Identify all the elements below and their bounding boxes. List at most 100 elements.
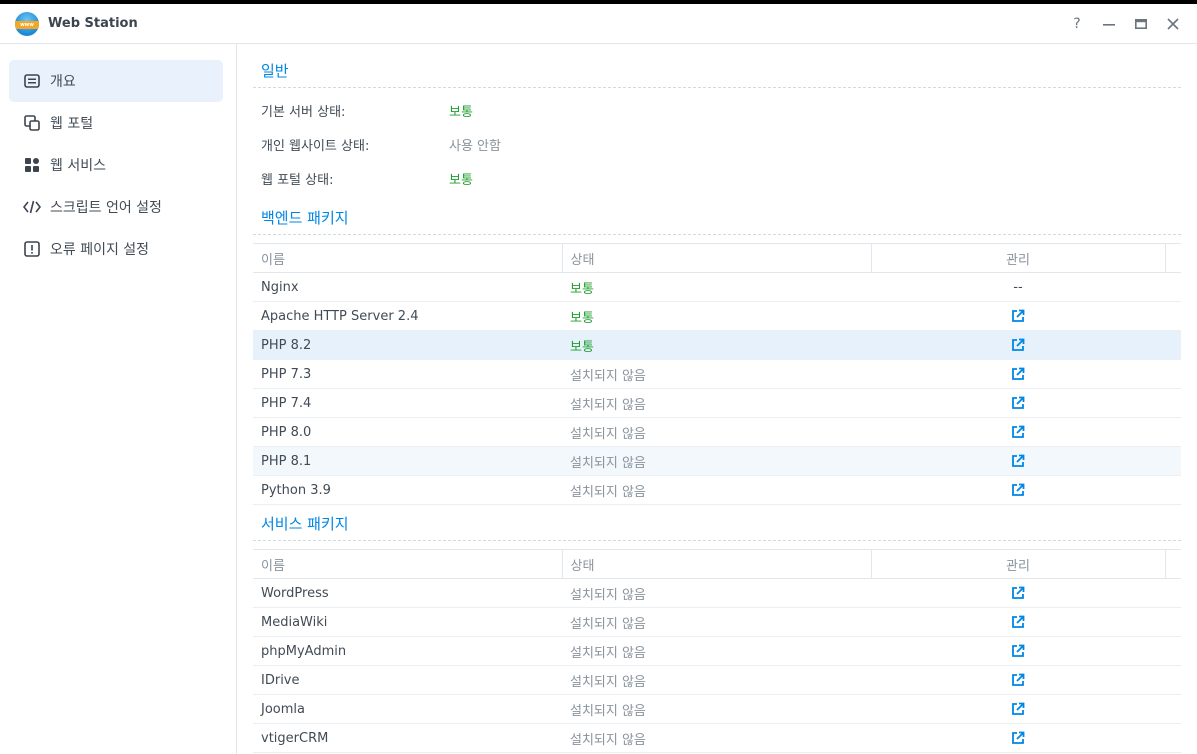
manage-placeholder: --	[1013, 279, 1023, 295]
package-name: PHP 8.0	[253, 417, 562, 447]
external-link-icon[interactable]	[1011, 673, 1025, 687]
external-link-icon[interactable]	[1011, 309, 1025, 323]
services-table-body: WordPress 설치되지 않음 MediaWiki 설치되지 않음 phpMyAdm…	[253, 578, 1181, 753]
backend-packages-table: 이름 상태 관리 Nginx 보통 -- Apache HTTP Server 2.4…	[253, 243, 1181, 505]
row-spacer	[1165, 665, 1181, 695]
package-status: 설치되지 않음	[562, 723, 871, 753]
table-row[interactable]: Apache HTTP Server 2.4 보통	[253, 301, 1181, 331]
sidebar-item-web-service[interactable]: 웹 서비스	[9, 144, 223, 186]
row-spacer	[1165, 475, 1181, 505]
column-header-status[interactable]: 상태	[561, 243, 871, 273]
column-header-status[interactable]: 상태	[561, 549, 871, 579]
external-link-icon[interactable]	[1011, 586, 1025, 600]
package-name: PHP 7.4	[253, 388, 562, 418]
external-link-icon[interactable]	[1011, 483, 1025, 497]
external-link-icon[interactable]	[1011, 454, 1025, 468]
external-link-icon[interactable]	[1011, 644, 1025, 658]
row-spacer	[1165, 417, 1181, 447]
package-status: 설치되지 않음	[562, 578, 871, 608]
minimize-button[interactable]	[1093, 8, 1125, 40]
table-row[interactable]: PHP 8.2 보통	[253, 330, 1181, 360]
package-name: WordPress	[253, 578, 562, 608]
row-spacer	[1165, 723, 1181, 753]
sidebar-item-error-page[interactable]: 오류 페이지 설정	[9, 228, 223, 270]
package-manage[interactable]	[871, 301, 1165, 331]
package-status: 설치되지 않음	[562, 359, 871, 389]
package-name: PHP 8.1	[253, 446, 562, 476]
table-row[interactable]: WordPress 설치되지 않음	[253, 578, 1181, 608]
package-name: vtigerCRM	[253, 723, 562, 753]
web-station-app-icon: www	[15, 11, 39, 36]
backend-table-body: Nginx 보통 -- Apache HTTP Server 2.4 보통 PHP 8.2…	[253, 272, 1181, 505]
sidebar-item-web-portal[interactable]: 웹 포털	[9, 102, 223, 144]
info-label: 개인 웹사이트 상태:	[261, 138, 370, 154]
title-bar: www Web Station ?	[0, 4, 1197, 44]
external-link-icon[interactable]	[1011, 702, 1025, 716]
external-link-icon[interactable]	[1011, 731, 1025, 745]
table-row[interactable]: MediaWiki 설치되지 않음	[253, 607, 1181, 637]
package-status: 보통	[562, 301, 871, 331]
column-header-name[interactable]: 이름	[253, 243, 562, 273]
package-manage[interactable]	[871, 607, 1165, 637]
table-row[interactable]: PHP 8.0 설치되지 않음	[253, 417, 1181, 447]
package-manage[interactable]	[871, 475, 1165, 505]
overview-icon	[23, 72, 41, 90]
package-status: 설치되지 않음	[562, 417, 871, 447]
info-row-personal-website: 개인 웹사이트 상태: 사용 안함	[253, 127, 1181, 161]
package-manage[interactable]	[871, 446, 1165, 476]
external-link-icon[interactable]	[1011, 396, 1025, 410]
package-manage[interactable]	[871, 665, 1165, 695]
backend-section-title: 백엔드 패키지	[253, 195, 1181, 235]
sidebar-item-overview[interactable]: 개요	[9, 60, 223, 102]
package-status: 보통	[562, 272, 871, 302]
maximize-button[interactable]	[1125, 8, 1157, 40]
column-header-name[interactable]: 이름	[253, 549, 562, 579]
column-header-manage[interactable]: 관리	[870, 549, 1165, 579]
sidebar-item-script-language[interactable]: 스크립트 언어 설정	[9, 186, 223, 228]
table-row[interactable]: IDrive 설치되지 않음	[253, 665, 1181, 695]
table-row[interactable]: vtigerCRM 설치되지 않음	[253, 723, 1181, 753]
package-manage[interactable]	[871, 636, 1165, 666]
package-name: MediaWiki	[253, 607, 562, 637]
services-section-title: 서비스 패키지	[253, 505, 1181, 541]
package-manage: --	[871, 272, 1165, 302]
external-link-icon[interactable]	[1011, 367, 1025, 381]
code-icon	[23, 198, 41, 216]
package-name: Apache HTTP Server 2.4	[253, 301, 562, 331]
table-row[interactable]: phpMyAdmin 설치되지 않음	[253, 636, 1181, 666]
package-manage[interactable]	[871, 388, 1165, 418]
package-manage[interactable]	[871, 694, 1165, 724]
info-label: 기본 서버 상태:	[261, 104, 346, 120]
row-spacer	[1165, 694, 1181, 724]
table-row[interactable]: Python 3.9 설치되지 않음	[253, 475, 1181, 505]
table-row[interactable]: Joomla 설치되지 않음	[253, 694, 1181, 724]
package-name: phpMyAdmin	[253, 636, 562, 666]
table-row[interactable]: PHP 7.3 설치되지 않음	[253, 359, 1181, 389]
package-manage[interactable]	[871, 578, 1165, 608]
service-packages-table: 이름 상태 관리 WordPress 설치되지 않음 MediaWiki 설치되지 않…	[253, 549, 1181, 753]
table-row[interactable]: PHP 8.1 설치되지 않음	[253, 446, 1181, 476]
table-row[interactable]: PHP 7.4 설치되지 않음	[253, 388, 1181, 418]
package-name: IDrive	[253, 665, 562, 695]
row-spacer	[1165, 330, 1181, 360]
package-status: 설치되지 않음	[562, 636, 871, 666]
table-row[interactable]: Nginx 보통 --	[253, 272, 1181, 302]
column-header-manage[interactable]: 관리	[870, 243, 1165, 273]
external-link-icon[interactable]	[1011, 425, 1025, 439]
close-button[interactable]	[1157, 8, 1189, 40]
close-icon	[1167, 18, 1179, 30]
row-spacer	[1165, 388, 1181, 418]
package-manage[interactable]	[871, 417, 1165, 447]
package-manage[interactable]	[871, 359, 1165, 389]
external-link-icon[interactable]	[1011, 338, 1025, 352]
package-manage[interactable]	[871, 330, 1165, 360]
status-value: 보통	[449, 104, 473, 120]
row-spacer	[1165, 578, 1181, 608]
error-page-icon	[23, 240, 41, 258]
external-link-icon[interactable]	[1011, 615, 1025, 629]
package-name: Joomla	[253, 694, 562, 724]
sidebar-item-label: 스크립트 언어 설정	[50, 200, 162, 216]
package-manage[interactable]	[871, 723, 1165, 753]
window-controls: ?	[1061, 4, 1189, 44]
help-button[interactable]: ?	[1061, 8, 1093, 40]
